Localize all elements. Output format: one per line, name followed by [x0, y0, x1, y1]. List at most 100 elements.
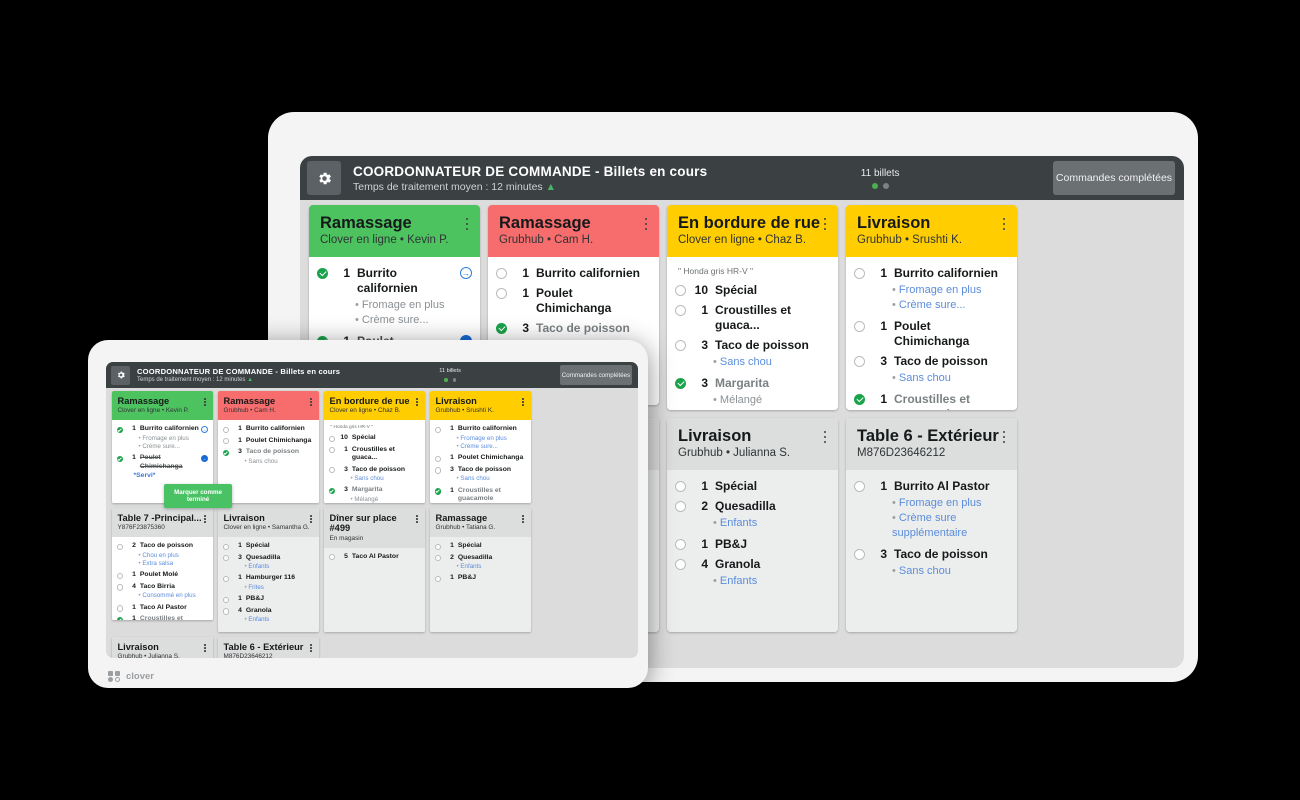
item-checkbox[interactable] [222, 596, 229, 604]
item-checked-icon[interactable] [434, 488, 441, 495]
item-checkbox[interactable] [675, 481, 686, 493]
order-ticket[interactable]: Livraison Grubhub • Srushti K. 1 Burrito ca… [429, 391, 531, 503]
ticket-line-item[interactable]: 1Spécial [675, 479, 830, 494]
page-dot-2[interactable] [452, 378, 456, 382]
order-ticket[interactable]: Table 6 - Extérieur M876D23646212 1 Burrito… [846, 418, 1017, 632]
item-checkbox[interactable] [434, 555, 441, 562]
kebab-menu-icon[interactable] [199, 639, 212, 657]
item-checkbox[interactable] [116, 572, 123, 580]
ticket-line-item[interactable]: 1 Burrito californien → [116, 425, 208, 434]
page-dot-1[interactable] [871, 182, 878, 189]
order-ticket[interactable]: En bordure de rue Clover en ligne • Chaz … [667, 205, 838, 410]
item-checkbox[interactable] [116, 584, 123, 591]
ticket-line-item[interactable]: 1Poulet Chimichanga → [116, 454, 208, 471]
kebab-menu-icon[interactable] [456, 209, 478, 239]
item-checkbox[interactable] [675, 340, 686, 352]
item-checkbox[interactable] [854, 268, 865, 280]
completed-orders-button[interactable]: Commandes complétées [1053, 161, 1175, 195]
ticket-line-item[interactable]: 1 Burrito californien [854, 266, 1009, 281]
kebab-menu-icon[interactable] [517, 393, 530, 411]
ticket-line-item[interactable]: 1Croustilles et guacamole [854, 392, 1009, 410]
ticket-line-item[interactable]: 3 Taco de poisson [222, 448, 314, 456]
item-checked-icon[interactable] [328, 487, 335, 495]
ticket-line-item[interactable]: 3 Margarita [328, 486, 420, 495]
item-checkbox[interactable] [434, 575, 441, 583]
item-checked-icon[interactable] [116, 426, 123, 433]
ticket-line-item[interactable]: 1Poulet Molé [116, 571, 208, 580]
item-checkbox[interactable] [854, 548, 865, 560]
item-checkbox[interactable] [675, 285, 686, 297]
item-checkbox[interactable] [434, 543, 441, 550]
ticket-line-item[interactable]: 2 Quesadilla [675, 499, 830, 514]
ticket-line-item[interactable]: 1 Poulet Chimichanga [434, 454, 526, 463]
order-ticket[interactable]: LivraisonGrubhub • Julianna S.1Spécial2Q… [667, 418, 838, 632]
order-ticket[interactable]: Ramassage Grubhub • Cam H. 1 Burrito califo… [217, 391, 319, 503]
item-checkbox[interactable] [222, 608, 229, 615]
item-checkbox[interactable] [116, 605, 123, 612]
item-checkbox[interactable] [854, 355, 865, 367]
item-checkbox[interactable] [222, 555, 229, 562]
kebab-menu-icon[interactable] [517, 510, 530, 528]
order-ticket[interactable]: Livraison Grubhub • Srushti K. 1 Burrito ca… [846, 205, 1017, 410]
item-checked-icon[interactable] [116, 616, 123, 620]
item-checked-icon[interactable] [675, 378, 686, 390]
ticket-line-item[interactable]: 1Taco Al Pastor [116, 604, 208, 612]
ticket-line-item[interactable]: 2Taco de poisson [116, 542, 208, 550]
ticket-line-item[interactable]: 10 Spécial [675, 283, 830, 298]
ticket-line-item[interactable]: 3 Taco de poisson [854, 354, 1009, 369]
ticket-line-item[interactable]: 1Spécial [222, 542, 314, 550]
ticket-line-item[interactable]: 1 Burrito californien [496, 266, 651, 281]
order-ticket[interactable]: LivraisonGrubhub • Julianna S.1Spécial2Q… [111, 637, 213, 658]
kebab-menu-icon[interactable] [199, 510, 212, 528]
kebab-menu-icon[interactable] [411, 510, 424, 528]
item-checkbox[interactable] [675, 501, 686, 513]
item-checkbox[interactable] [328, 554, 335, 561]
ticket-line-item[interactable]: 1PB&J [675, 537, 830, 552]
item-checkbox[interactable] [854, 320, 865, 332]
item-checkbox[interactable] [222, 438, 229, 445]
settings-button[interactable] [307, 161, 341, 195]
ticket-line-item[interactable]: 1Croustilles et guacamole [434, 487, 526, 503]
ticket-line-item[interactable]: 1 Burrito californien [434, 425, 526, 433]
ticket-line-item[interactable]: 1Spécial [434, 542, 526, 550]
kebab-menu-icon[interactable] [814, 422, 836, 452]
ticket-line-item[interactable]: 1 Hamburger 116 [222, 574, 314, 583]
kebab-menu-icon[interactable] [993, 422, 1015, 452]
ticket-line-item[interactable]: 3 Taco de poisson [675, 338, 830, 353]
page-dots-small[interactable] [444, 378, 456, 382]
item-checkbox[interactable] [116, 543, 123, 550]
order-ticket[interactable]: En bordure de rue Clover en ligne • Chaz … [323, 391, 425, 503]
arrow-right-icon[interactable]: → [460, 267, 472, 280]
kebab-menu-icon[interactable] [199, 393, 212, 411]
ticket-line-item[interactable]: 1 Croustilles et guaca... [328, 446, 420, 463]
item-checked-icon[interactable] [222, 449, 229, 456]
item-checked-icon[interactable] [496, 323, 507, 335]
ticket-line-item[interactable]: 1 Poulet Chimichanga [496, 286, 651, 316]
ticket-line-item[interactable]: 3 Taco de poisson [328, 466, 420, 474]
ticket-line-item[interactable]: 3 Taco de poisson [854, 547, 1009, 562]
item-checkbox[interactable] [434, 455, 441, 463]
page-dot-1[interactable] [444, 378, 448, 382]
ticket-line-item[interactable]: 1 Burrito Al Pastor [854, 479, 1009, 494]
ticket-line-item[interactable]: 4Taco Birria [116, 583, 208, 591]
settings-button-small[interactable] [111, 365, 130, 385]
ticket-line-item[interactable]: 1 Poulet Chimichanga [222, 437, 314, 445]
item-checkbox[interactable] [675, 305, 686, 317]
item-checkbox[interactable] [222, 543, 229, 550]
item-checkbox[interactable] [496, 288, 507, 300]
ticket-line-item[interactable]: 1PB&J [222, 595, 314, 604]
item-checkbox[interactable] [854, 481, 865, 493]
ticket-line-item[interactable]: 3 Margarita [675, 376, 830, 391]
ticket-line-item[interactable]: 1Croustilles et guacamole [116, 615, 208, 620]
item-checkbox[interactable] [328, 435, 335, 442]
ticket-line-item[interactable]: 3 Taco de poisson [434, 466, 526, 474]
item-checkbox[interactable] [675, 539, 686, 551]
order-ticket[interactable]: Table 7 -Principal...Y876F238753602Taco … [111, 508, 213, 620]
item-checkbox[interactable] [328, 467, 335, 474]
item-checkbox[interactable] [675, 559, 686, 571]
ticket-line-item[interactable]: 4 Granola [675, 557, 830, 572]
item-checkbox[interactable] [222, 426, 229, 433]
page-dot-2[interactable] [882, 182, 889, 189]
item-checked-icon[interactable] [317, 268, 328, 280]
item-checkbox[interactable] [434, 467, 441, 474]
